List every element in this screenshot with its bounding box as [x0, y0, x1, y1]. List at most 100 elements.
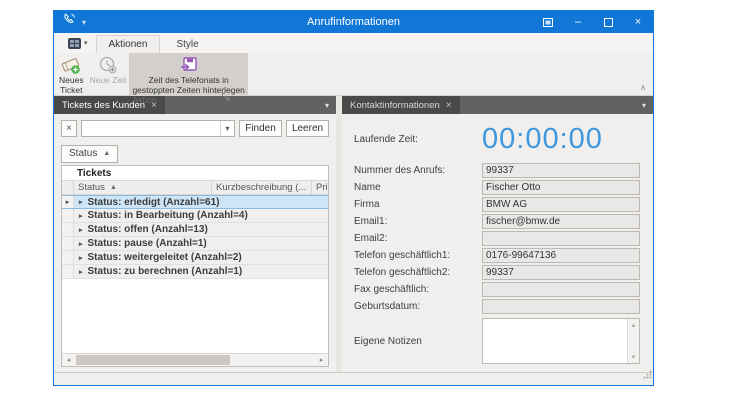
row-indicator-header — [62, 181, 74, 194]
field-label: Geburtsdatum: — [354, 301, 482, 312]
expand-icon[interactable]: ▸ — [79, 226, 83, 234]
collapse-ribbon-icon[interactable]: ∧ — [640, 83, 646, 92]
clock-plus-icon — [98, 55, 118, 75]
kontakt-tabstrip: Kontaktinformationen × ▾ — [342, 96, 653, 114]
scrollbar-thumb[interactable] — [76, 355, 230, 365]
column-label: Status — [78, 182, 105, 193]
field-label: Email2: — [354, 233, 482, 244]
column-header-prioritaet[interactable]: Priorität — [312, 181, 328, 194]
name-input[interactable] — [482, 180, 640, 195]
close-icon[interactable]: × — [446, 100, 452, 111]
search-input[interactable] — [82, 121, 220, 136]
clear-filter-button[interactable]: × — [61, 120, 77, 137]
group-row-offen[interactable]: ▸Status: offen (Anzahl=13) — [62, 223, 328, 237]
button-label-line1: Neues — [59, 75, 84, 85]
telefon-geschaeftlich1-input[interactable] — [482, 248, 640, 263]
dialog-launcher-icon[interactable] — [222, 93, 230, 103]
column-header-status[interactable]: Status ▲ — [74, 181, 212, 194]
email2-input[interactable] — [482, 231, 640, 246]
button-label-line1: Neue Zeit — [90, 75, 127, 85]
quick-access-toolbar: ▾ — [54, 13, 204, 31]
button-label-line2: Ticket — [60, 85, 82, 95]
zeit-hinterlegen-button[interactable]: Zeit des Telefonats in gestoppten Zeiten… — [129, 53, 247, 95]
close-button[interactable]: × — [623, 11, 653, 33]
scroll-up-icon[interactable]: ▴ — [632, 319, 636, 331]
expand-icon[interactable]: ▸ — [79, 212, 83, 220]
application-menu-button[interactable]: ▾ — [64, 35, 92, 51]
tab-aktionen[interactable]: Aktionen — [96, 35, 161, 53]
group-row-label: Status: pause (Anzahl=1) — [88, 238, 207, 249]
tab-label: Kontaktinformationen — [350, 100, 440, 111]
geburtsdatum-input[interactable] — [482, 299, 640, 314]
grid-header-row: Status ▲ Kurzbeschreibung (... Priorität — [62, 180, 328, 195]
column-header-kurzbeschreibung[interactable]: Kurzbeschreibung (... — [212, 181, 312, 194]
group-row-zu-berechnen[interactable]: ▸ Status: zu berechnen (Anzahl=1) — [62, 265, 328, 279]
vertical-scrollbar[interactable]: ▴ ▾ — [627, 319, 639, 363]
tab-style[interactable]: Style — [164, 36, 210, 53]
fax-geschaeftlich-input[interactable] — [482, 282, 640, 297]
nummer-des-anrufs-input[interactable] — [482, 163, 640, 178]
group-by-chip-status[interactable]: Status ▲ — [61, 145, 118, 163]
scroll-down-icon[interactable]: ▾ — [632, 351, 636, 363]
window-options-icon[interactable] — [533, 11, 563, 33]
field-nummer-des-anrufs: Nummer des Anrufs: — [354, 163, 640, 178]
group-row-label: Status: in Bearbeitung (Anzahl=4) — [88, 210, 248, 221]
chevron-down-icon[interactable]: ▾ — [635, 96, 653, 114]
row-indicator — [62, 223, 74, 236]
group-row-label: Status: erledigt (Anzahl=61) — [88, 197, 220, 208]
email1-input[interactable] — [482, 214, 640, 229]
notes-label: Eigene Notizen — [354, 336, 482, 347]
maximize-button[interactable] — [593, 11, 623, 33]
row-focus-icon: ▸ — [62, 196, 74, 208]
field-email2: Email2: — [354, 231, 640, 246]
group-row-in-bearbeitung[interactable]: ▸ Status: in Bearbeitung (Anzahl=4) — [62, 209, 328, 223]
minimize-button[interactable]: – — [563, 11, 593, 33]
field-label: Firma — [354, 199, 482, 210]
group-row-pause[interactable]: ▸ Status: pause (Anzahl=1) — [62, 237, 328, 251]
firma-input[interactable] — [482, 197, 640, 212]
expand-icon[interactable]: ▸ — [79, 254, 83, 262]
anrufinformationen-window: ▾ Anrufinformationen – × ▾ Aktionen Styl — [53, 10, 654, 386]
grid-rows: ▸ ▸Status: erledigt (Anzahl=61) ▸Status:… — [62, 195, 328, 353]
combo-dropdown-icon[interactable]: ▾ — [220, 121, 234, 136]
ticket-plus-icon — [60, 55, 82, 75]
expand-icon[interactable]: ▸ — [79, 240, 83, 248]
grid-caption: Tickets — [62, 166, 328, 180]
neues-ticket-button[interactable]: Neues Ticket — [56, 53, 87, 95]
scroll-right-icon[interactable]: ▸ — [315, 354, 328, 366]
dock-area: Tickets des Kunden × ▾ × ▾ Finden Le — [54, 96, 653, 372]
chip-label: Status — [69, 148, 97, 159]
tab-kontaktinformationen[interactable]: Kontaktinformationen × — [342, 96, 460, 114]
horizontal-scrollbar[interactable]: ◂ ▸ — [62, 353, 328, 366]
finden-button[interactable]: Finden — [239, 120, 282, 137]
field-telefon-geschaeftlich2: Telefon geschäftlich2: — [354, 265, 640, 280]
chevron-down-icon[interactable]: ▾ — [318, 96, 336, 114]
row-indicator — [62, 237, 74, 250]
qat-dropdown-icon[interactable]: ▾ — [82, 18, 86, 27]
neue-zeit-button[interactable]: Neue Zeit — [87, 53, 130, 95]
expand-icon[interactable]: ▸ — [79, 268, 83, 276]
chevron-down-icon: ▾ — [84, 39, 88, 47]
field-telefon-geschaeftlich1: Telefon geschäftlich1: — [354, 248, 640, 263]
column-label: Kurzbeschreibung (... — [216, 182, 306, 193]
scroll-left-icon[interactable]: ◂ — [62, 354, 75, 366]
leeren-button[interactable]: Leeren — [286, 120, 329, 137]
expand-icon[interactable]: ▸ — [79, 198, 83, 206]
group-row-label: Status: zu berechnen (Anzahl=1) — [88, 266, 243, 277]
field-email1: Email1: — [354, 214, 640, 229]
button-label-line1: Zeit des Telefonats in — [149, 75, 229, 85]
statusbar — [54, 372, 653, 385]
field-name: Name — [354, 180, 640, 195]
field-label: Email1: — [354, 216, 482, 227]
telefon-geschaeftlich2-input[interactable] — [482, 265, 640, 280]
sort-asc-icon: ▲ — [103, 150, 110, 157]
tickets-panel: Tickets des Kunden × ▾ × ▾ Finden Le — [54, 96, 336, 372]
resize-grip[interactable] — [643, 366, 652, 384]
group-row-weitergeleitet[interactable]: ▸Status: weitergeleitet (Anzahl=2) — [62, 251, 328, 265]
tickets-panel-body: × ▾ Finden Leeren Status ▲ — [54, 114, 336, 372]
group-row-erledigt[interactable]: ▸ ▸ Status: erledigt (Anzahl=61) — [62, 195, 328, 209]
call-timer: 00:00:00 — [482, 124, 603, 154]
search-combobox: ▾ — [81, 120, 235, 137]
field-label: Telefon geschäftlich1: — [354, 250, 482, 261]
eigene-notizen-textarea[interactable] — [483, 319, 627, 363]
